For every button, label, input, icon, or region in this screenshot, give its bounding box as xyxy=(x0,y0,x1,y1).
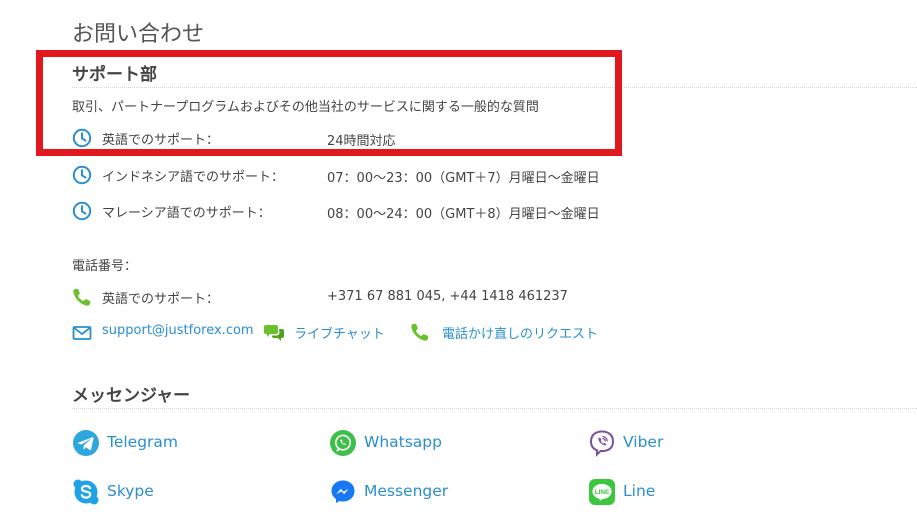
messengers-section-title: メッセンジャー xyxy=(72,386,191,406)
hours-value: 07：00〜23：00（GMT＋7）月曜日〜金曜日 xyxy=(327,171,600,186)
live-chat-text: ライブチャット xyxy=(294,327,385,342)
telegram-label: Telegram xyxy=(107,433,179,451)
messenger-label: Messenger xyxy=(364,482,449,500)
phone-label: 英語でのサポート： xyxy=(102,292,220,307)
callback-request-link[interactable]: 電話かけ直しのリクエスト xyxy=(410,320,620,344)
line-label: Line xyxy=(623,482,656,500)
skype-icon xyxy=(73,479,99,505)
phone-icon xyxy=(73,288,91,306)
whatsapp-label: Whatsapp xyxy=(364,433,442,451)
live-chat-link[interactable]: ライブチャット xyxy=(264,320,394,344)
clock-icon xyxy=(72,128,92,148)
phone-heading: 電話番号： xyxy=(72,259,138,274)
telegram-link[interactable]: Telegram xyxy=(72,429,272,459)
chat-bubbles-icon xyxy=(264,325,284,341)
email-text: support@justforex.com xyxy=(102,323,254,338)
clock-icon xyxy=(72,165,92,185)
viber-link[interactable]: Viber xyxy=(588,429,788,459)
hours-row-malay: マレーシア語でのサポート： 08：00〜24：00（GMT＋8）月曜日〜金曜日 xyxy=(72,199,672,223)
phone-row-english: 英語でのサポート： +371 67 881 045, +44 1418 4612… xyxy=(72,285,672,309)
messenger-icon xyxy=(331,480,355,503)
callback-request-text: 電話かけ直しのリクエスト xyxy=(442,327,599,342)
support-section-title: サポート部 xyxy=(72,65,157,85)
hours-label: インドネシア語でのサポート： xyxy=(102,170,285,185)
telegram-icon xyxy=(73,430,99,456)
support-description: 取引、パートナープログラムおよびその他当社のサービスに関する一般的な質問 xyxy=(72,100,539,115)
hours-value: 24時間対応 xyxy=(327,134,396,149)
skype-label: Skype xyxy=(107,482,154,500)
hours-row-english: 英語でのサポート： 24時間対応 xyxy=(72,126,672,150)
viber-label: Viber xyxy=(623,433,664,451)
clock-icon xyxy=(72,201,92,221)
hours-row-indonesian: インドネシア語でのサポート： 07：00〜23：00（GMT＋7）月曜日〜金曜日 xyxy=(72,163,672,187)
line-link[interactable]: LINE Line xyxy=(588,478,788,508)
viber-icon xyxy=(589,430,615,457)
messengers-divider xyxy=(72,408,917,409)
svg-text:LINE: LINE xyxy=(595,489,610,496)
line-icon: LINE xyxy=(589,479,615,505)
whatsapp-icon xyxy=(330,430,356,456)
hours-label: マレーシア語でのサポート： xyxy=(102,206,271,221)
hours-value: 08：00〜24：00（GMT＋8）月曜日〜金曜日 xyxy=(327,207,600,222)
email-link[interactable]: support@justforex.com xyxy=(72,320,254,344)
phone-number: +371 67 881 045, +44 1418 461237 xyxy=(327,289,568,304)
whatsapp-link[interactable]: Whatsapp xyxy=(329,429,529,459)
page-title: お問い合わせ xyxy=(72,22,205,47)
support-divider xyxy=(72,87,917,88)
skype-link[interactable]: Skype xyxy=(72,478,272,508)
envelope-icon xyxy=(72,326,92,340)
hours-label: 英語でのサポート： xyxy=(102,133,220,148)
facebook-messenger-link[interactable]: Messenger xyxy=(329,478,529,508)
contact-links: support@justforex.com ライブチャット 電話かけ直しのリクエ… xyxy=(72,320,672,344)
phone-icon xyxy=(411,323,429,341)
